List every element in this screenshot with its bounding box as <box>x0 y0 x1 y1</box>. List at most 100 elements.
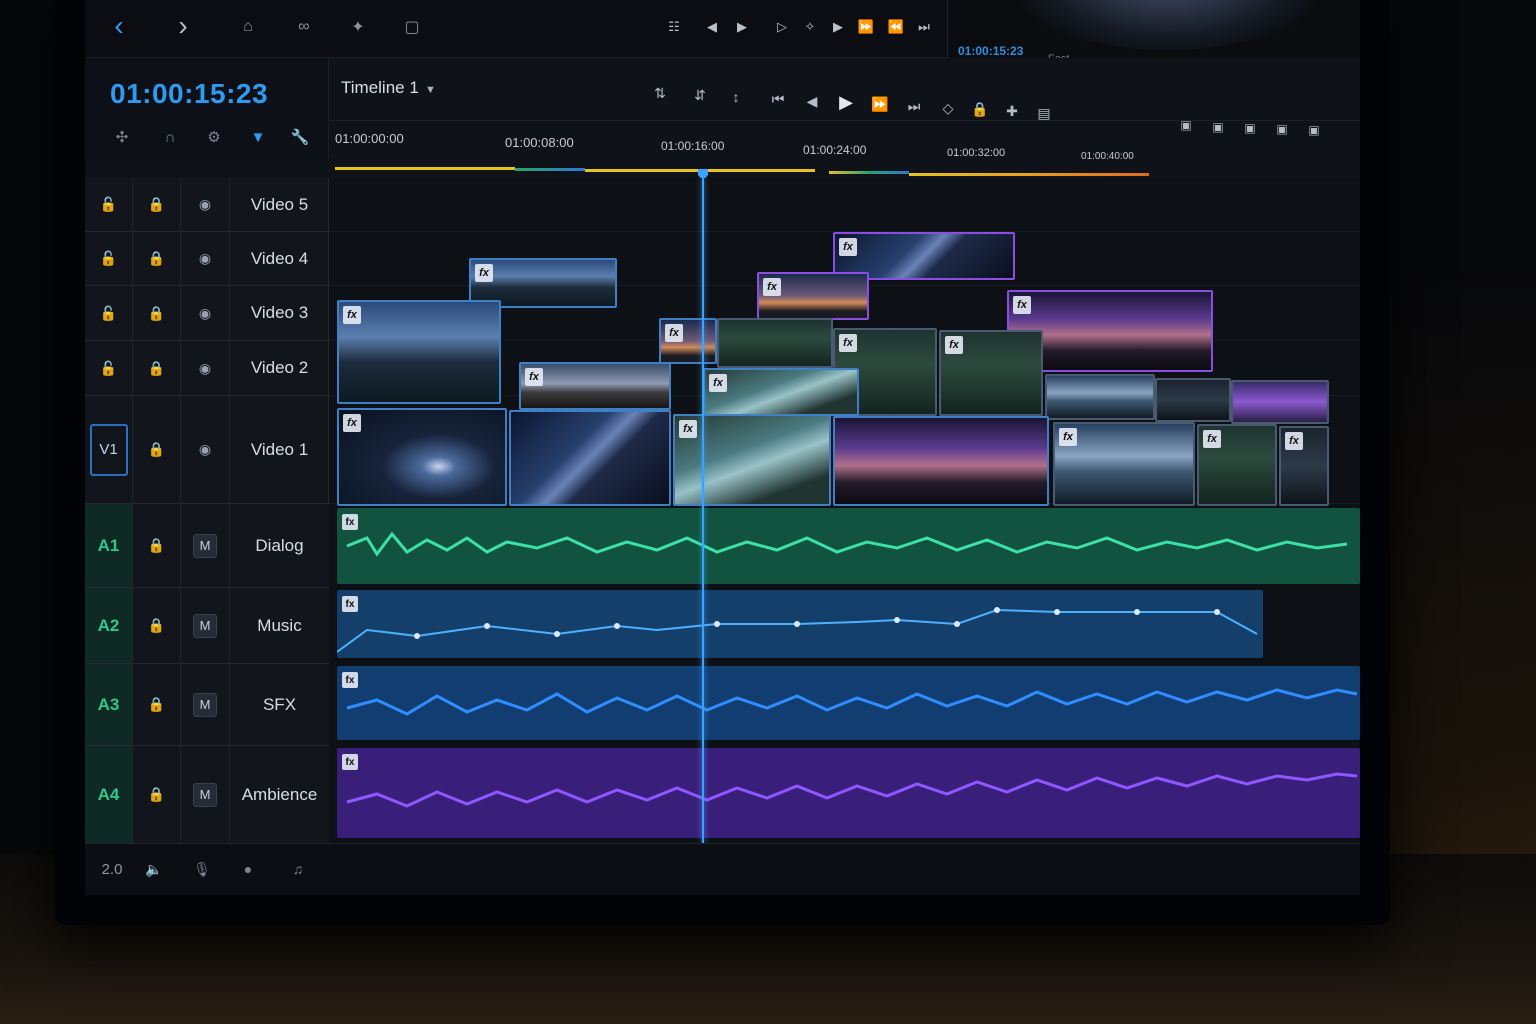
video-clip[interactable]: fx <box>1279 426 1329 506</box>
back-button[interactable]: ‹ <box>99 6 139 46</box>
track-mute-button[interactable]: M <box>181 588 230 663</box>
time-ruler[interactable]: 01:00:00:00 01:00:08:00 01:00:16:00 01:0… <box>329 120 1360 241</box>
video-clip[interactable]: fx <box>337 300 501 404</box>
audio-track-target[interactable]: A3 <box>85 664 133 745</box>
track-mute-button[interactable]: M <box>181 664 230 745</box>
track-mute-button[interactable]: M <box>181 746 230 843</box>
end-button[interactable]: ⏭ <box>909 12 939 42</box>
split-button[interactable]: ↕ <box>723 86 749 108</box>
mixer-button[interactable]: ♫ <box>285 858 311 880</box>
fast-forward-button[interactable]: ⏩ <box>851 12 881 42</box>
track-lock-button[interactable]: 🔒 <box>133 178 181 231</box>
track-target-button[interactable]: V1 <box>85 396 133 503</box>
razor-tool-button[interactable]: ✣ <box>109 126 135 148</box>
track-mute-button[interactable]: M <box>181 504 230 587</box>
video-clip[interactable] <box>1155 378 1231 422</box>
audio-track-target[interactable]: A1 <box>85 504 133 587</box>
next-button[interactable]: ▶ <box>823 12 853 42</box>
video-clip[interactable]: fx <box>337 408 507 506</box>
track-visibility-button[interactable]: ◉ <box>181 286 230 340</box>
zoom-fit-button[interactable]: ☷ <box>659 12 689 42</box>
track-lock-button[interactable]: 🔒 <box>133 504 181 587</box>
video-clip[interactable] <box>1231 380 1329 424</box>
lock-icon: 🔓 <box>99 359 118 376</box>
video-clip[interactable] <box>717 318 833 368</box>
track-lock-button[interactable]: 🔒 <box>133 396 181 503</box>
fx-badge: fx <box>763 278 781 296</box>
video-clip[interactable] <box>509 410 671 506</box>
track-lock-button[interactable]: 🔓 <box>85 178 133 231</box>
track-visibility-button[interactable]: ◉ <box>181 396 230 503</box>
forward-button[interactable]: › <box>163 6 203 46</box>
volume-button[interactable]: 🔈 <box>141 858 167 880</box>
video-clip[interactable]: fx <box>519 362 671 410</box>
magnet-button[interactable]: ∩ <box>157 126 183 148</box>
playhead[interactable] <box>702 178 704 843</box>
track-visibility-button[interactable]: ◉ <box>181 232 230 285</box>
trim-out-icon: ⇵ <box>694 86 706 103</box>
audio-track-badge: A2 <box>97 615 120 635</box>
video-clip[interactable]: fx <box>1053 422 1195 506</box>
play-button[interactable]: ▶ <box>833 91 859 113</box>
track-lock-button[interactable]: 🔒 <box>133 286 181 340</box>
timeline-tracks-area[interactable]: fx fx fx fx fx fx fx fx fx fx fx fx fx f… <box>329 178 1360 843</box>
subtitle-icon: ▤ <box>1037 104 1051 121</box>
trim-out-button[interactable]: ⇵ <box>687 84 713 106</box>
settings-button[interactable]: 🔧 <box>287 126 313 148</box>
timeline-name-dropdown[interactable]: Timeline 1 <box>341 78 419 98</box>
audio-track-badge: A4 <box>97 784 120 804</box>
video-clip[interactable]: fx <box>1197 424 1277 506</box>
video-clip[interactable]: fx <box>939 330 1043 416</box>
track-lock-button[interactable]: 🔒 <box>133 588 181 663</box>
step-forward-button[interactable]: ▶ <box>727 12 757 42</box>
audio-clip-dialog[interactable]: fx <box>337 508 1360 584</box>
track-lock-button[interactable]: 🔓 <box>85 286 133 340</box>
marker-toggle-button[interactable]: ▼ <box>245 126 271 148</box>
video-clip[interactable]: fx <box>703 368 859 416</box>
magnet-icon: ∩ <box>164 128 176 146</box>
preview-image <box>1018 0 1318 50</box>
audio-clip-sfx[interactable]: fx <box>337 666 1360 740</box>
rewind-button[interactable]: ⏪ <box>881 12 911 42</box>
track-lock-button[interactable]: 🔒 <box>133 232 181 285</box>
go-start-button[interactable]: ⏮ <box>765 88 791 110</box>
audio-track-target[interactable]: A4 <box>85 746 133 843</box>
lock-icon: 🔒 <box>147 441 166 457</box>
step-back-button[interactable]: ◀ <box>697 12 727 42</box>
audio-clip-ambience[interactable]: fx <box>337 748 1360 838</box>
next-frame-button[interactable]: ⏩ <box>867 93 893 115</box>
lock-all-button[interactable]: 🔒 <box>967 98 993 120</box>
audio-track-target[interactable]: A2 <box>85 588 133 663</box>
home-button[interactable]: ⌂ <box>233 12 263 42</box>
cross-button[interactable]: ✚ <box>999 100 1025 122</box>
prev-frame-button[interactable]: ◀ <box>799 90 825 112</box>
audio-clip-music[interactable]: fx <box>337 590 1263 658</box>
go-end-button[interactable]: ⏭ <box>901 95 927 117</box>
track-lock-button[interactable]: 🔓 <box>85 341 133 395</box>
video-clip[interactable] <box>833 416 1049 506</box>
video-clip[interactable]: fx <box>673 414 831 506</box>
marker-button[interactable]: ▢ <box>397 12 427 42</box>
track-visibility-button[interactable]: ◉ <box>181 178 230 231</box>
lane-video-5 <box>329 178 1360 232</box>
link-button[interactable]: ∞ <box>289 12 319 42</box>
trim-in-button[interactable]: ⇅ <box>647 82 673 104</box>
video-clip[interactable]: fx <box>659 318 717 364</box>
video-clip[interactable] <box>1045 374 1155 420</box>
track-visibility-button[interactable]: ◉ <box>181 341 230 395</box>
mic-button[interactable]: 🎙 <box>189 858 215 880</box>
track-lock-button[interactable]: 🔒 <box>133 664 181 745</box>
record-button[interactable]: ● <box>235 858 261 880</box>
blade-button[interactable]: ✧ <box>795 12 825 42</box>
video-clip[interactable]: fx <box>757 272 869 320</box>
track-lock-button[interactable]: 🔓 <box>85 232 133 285</box>
play-small-button[interactable]: ▷ <box>767 12 797 42</box>
track-lock-button[interactable]: 🔒 <box>133 341 181 395</box>
snap-button[interactable]: ✦ <box>343 12 373 42</box>
track-lock-button[interactable]: 🔒 <box>133 746 181 843</box>
chevron-right-icon: › <box>178 10 188 41</box>
home-icon: ⌂ <box>243 18 253 35</box>
viewer-timecode: 01:00:15:23 <box>958 44 1024 58</box>
ripple-button[interactable]: ⚙ <box>201 126 227 148</box>
keyframe-button[interactable]: ◇ <box>935 97 961 119</box>
